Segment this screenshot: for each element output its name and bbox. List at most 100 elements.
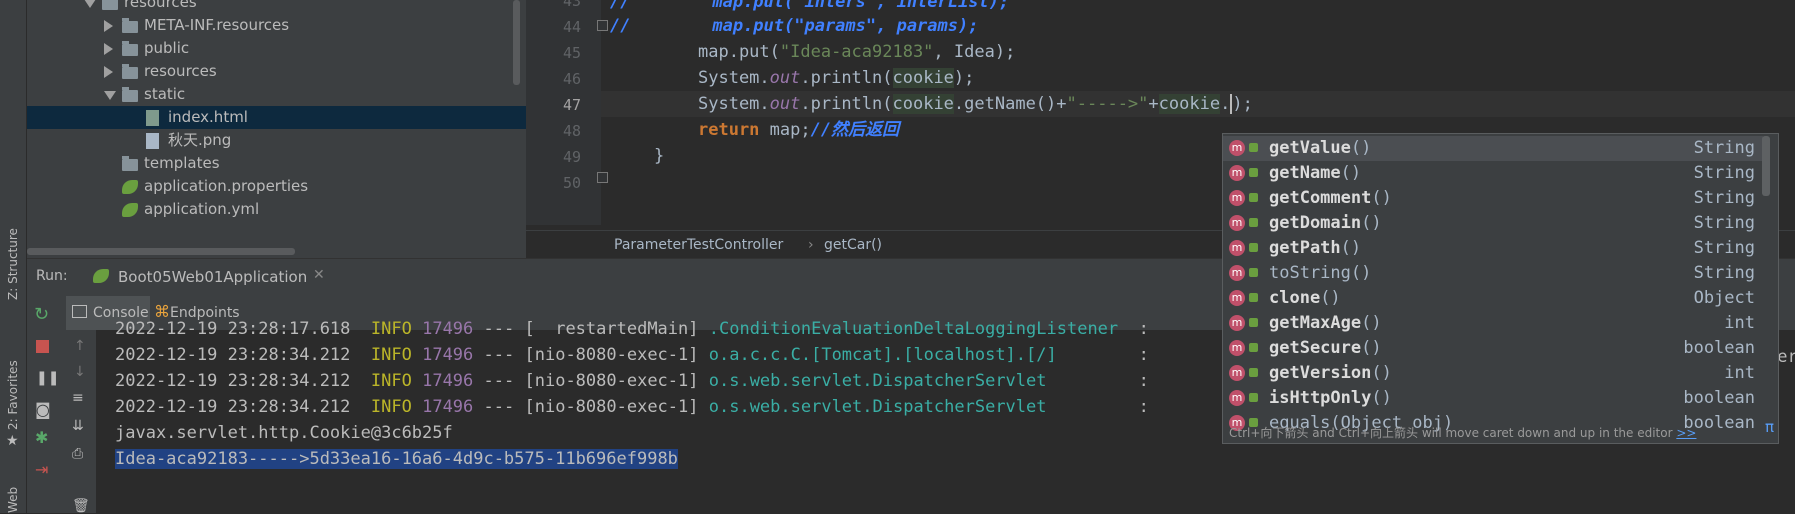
completion-item[interactable]: m isHttpOnly() boolean: [1223, 386, 1763, 411]
star-icon[interactable]: ★: [6, 433, 19, 449]
line-number: 48: [562, 122, 581, 140]
method-icon: m: [1229, 315, 1245, 331]
spring-config-icon: [122, 203, 138, 217]
code-completion-popup[interactable]: m getValue() String m getName() String m getCom…: [1222, 133, 1779, 444]
completion-item-name: toString(): [1269, 263, 1372, 283]
public-access-icon: [1249, 243, 1258, 252]
hint-link[interactable]: >>: [1676, 426, 1696, 440]
run-label: Run:: [36, 268, 68, 284]
code-line-46: System.out.println(cookie);: [698, 68, 975, 88]
tree-item[interactable]: public: [27, 37, 526, 60]
tree-item[interactable]: resources: [27, 0, 526, 14]
favorites-tab[interactable]: 2: Favorites: [6, 360, 20, 430]
project-tree: resources META-INF.resources public resourc…: [27, 0, 526, 258]
completion-item[interactable]: m getPath() String: [1223, 236, 1763, 261]
code-line-47: System.out.println(cookie.getName()+"---…: [698, 94, 1253, 114]
close-tab-icon[interactable]: ✕: [313, 267, 325, 283]
scroll-to-end-icon[interactable]: ⇊: [72, 418, 84, 434]
completion-item[interactable]: m getVersion() int: [1223, 361, 1763, 386]
console-log-line: 2022-12-19 23:28:34.212 INFO 17496 --- […: [115, 397, 1149, 417]
tree-horizontal-scrollbar[interactable]: [27, 248, 295, 255]
trash-icon[interactable]: 🗑: [72, 498, 90, 514]
tree-item[interactable]: index.html: [27, 106, 526, 129]
public-access-icon: [1249, 368, 1258, 377]
up-arrow-icon[interactable]: ↑: [74, 338, 86, 354]
tree-item-label: resources: [144, 62, 217, 80]
pause-icon[interactable]: ❚❚: [36, 370, 59, 386]
completion-scrollbar[interactable]: [1762, 136, 1770, 196]
tree-item[interactable]: application.yml: [27, 198, 526, 221]
tree-item[interactable]: 秋天.png: [27, 129, 526, 152]
down-arrow-icon[interactable]: ↓: [74, 364, 86, 380]
tree-item[interactable]: application.properties: [27, 175, 526, 198]
public-access-icon: [1249, 268, 1258, 277]
console-log-line: 2022-12-19 23:28:34.212 INFO 17496 --- […: [115, 371, 1149, 391]
console-output-line: javax.servlet.http.Cookie@3c6b25f: [115, 423, 453, 443]
completion-item[interactable]: m clone() Object: [1223, 286, 1763, 311]
stop-icon[interactable]: [36, 340, 49, 353]
pi-icon[interactable]: π: [1765, 418, 1774, 436]
method-icon: m: [1229, 290, 1245, 306]
tree-item[interactable]: templates: [27, 152, 526, 175]
folder-icon: [122, 156, 138, 171]
chevron-right-icon[interactable]: [104, 20, 113, 32]
tree-item-label: application.properties: [144, 177, 309, 195]
line-number: 49: [562, 148, 581, 166]
tree-item[interactable]: resources: [27, 60, 526, 83]
completion-item-type: String: [1693, 213, 1755, 233]
completion-item[interactable]: m getValue() String: [1223, 136, 1763, 161]
folder-icon: [122, 64, 138, 79]
console-log-line: 2022-12-19 23:28:34.212 INFO 17496 --- […: [115, 345, 1149, 365]
completion-item-type: Object: [1693, 288, 1755, 308]
exit-icon[interactable]: ⇥: [35, 460, 48, 479]
breadcrumb-class[interactable]: ParameterTestController: [614, 231, 783, 259]
tree-item-label: META-INF.resources: [144, 16, 290, 34]
chevron-right-icon[interactable]: [104, 66, 113, 78]
public-access-icon: [1249, 343, 1258, 352]
chevron-down-icon[interactable]: [104, 91, 116, 100]
completion-hint: Ctrl+向下箭头 and Ctrl+向上箭头 will move caret …: [1229, 426, 1697, 440]
structure-tab[interactable]: Z: Structure: [6, 228, 20, 300]
code-line-45: map.put("Idea-aca92183", Idea);: [698, 42, 1016, 62]
tree-scrollbar[interactable]: [513, 0, 520, 85]
completion-item-type: boolean: [1683, 388, 1755, 408]
fold-marker-icon[interactable]: [597, 20, 608, 31]
html-file-icon: [146, 110, 159, 126]
run-config-tab[interactable]: Boot05Web01Application: [118, 268, 307, 286]
camera-icon[interactable]: ◙: [35, 400, 51, 419]
completion-item-type: int: [1724, 313, 1755, 333]
method-icon: m: [1229, 390, 1245, 406]
folder-icon: [122, 87, 138, 102]
completion-item-type: String: [1693, 238, 1755, 258]
chevron-down-icon[interactable]: [84, 0, 96, 8]
tree-item[interactable]: static: [27, 83, 526, 106]
method-icon: m: [1229, 265, 1245, 281]
breadcrumb-method[interactable]: getCar(): [824, 231, 882, 259]
method-icon: m: [1229, 165, 1245, 181]
rerun-icon[interactable]: ↻: [34, 304, 49, 325]
method-icon: m: [1229, 215, 1245, 231]
code-line-48: return map;//然后返回: [698, 120, 900, 140]
completion-item[interactable]: m getName() String: [1223, 161, 1763, 186]
public-access-icon: [1249, 318, 1258, 327]
tree-item[interactable]: META-INF.resources: [27, 14, 526, 37]
tree-item-label: static: [144, 85, 186, 103]
console-side-toolbar: ↑ ↓ ≡ ⇊ ⎙ 🗑: [66, 330, 96, 514]
completion-item[interactable]: m getSecure() boolean: [1223, 336, 1763, 361]
completion-item[interactable]: m getMaxAge() int: [1223, 311, 1763, 336]
web-tab[interactable]: Web: [6, 487, 20, 513]
completion-item[interactable]: m getDomain() String: [1223, 211, 1763, 236]
chevron-right-icon[interactable]: [104, 43, 113, 55]
spring-config-icon: [122, 180, 138, 194]
line-number: 46: [562, 70, 581, 88]
completion-item[interactable]: m toString() String: [1223, 261, 1763, 286]
public-access-icon: [1249, 393, 1258, 402]
soft-wrap-icon[interactable]: ≡: [72, 390, 84, 406]
debug-bug-icon[interactable]: ✱: [35, 428, 48, 447]
completion-item[interactable]: m getComment() String: [1223, 186, 1763, 211]
fold-marker-icon[interactable]: [597, 172, 608, 183]
tree-item-label: index.html: [168, 108, 248, 126]
completion-item-type: int: [1724, 363, 1755, 383]
print-icon[interactable]: ⎙: [72, 446, 83, 462]
tree-item-label: templates: [144, 154, 220, 172]
